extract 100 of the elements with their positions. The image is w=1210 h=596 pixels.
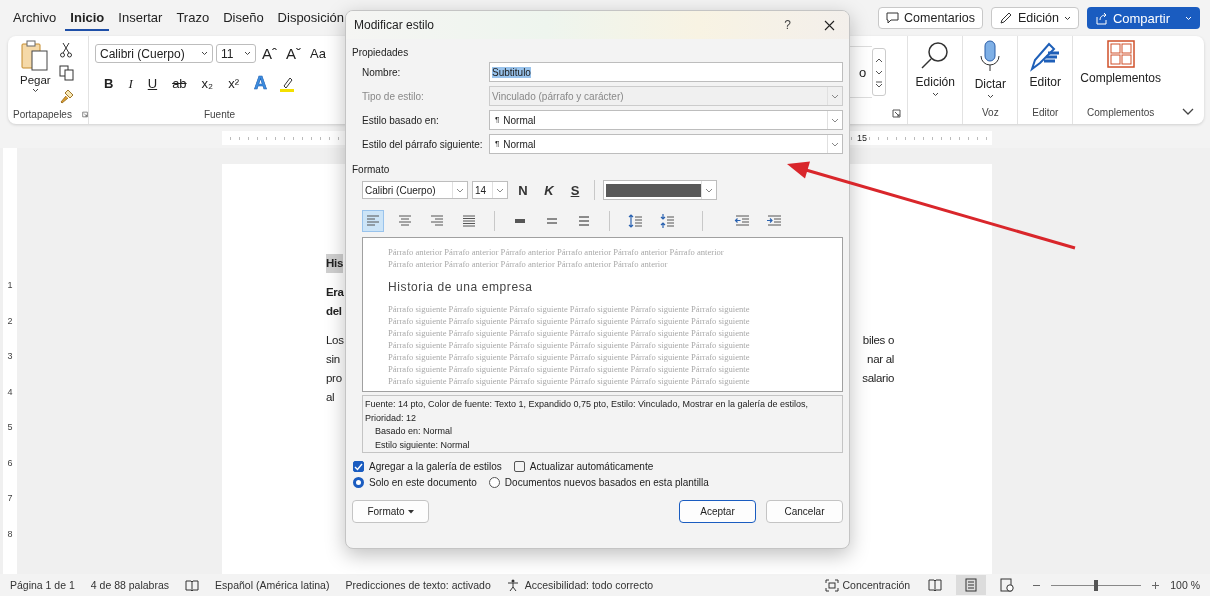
- checkbox-label[interactable]: Actualizar automáticamente: [529, 461, 654, 472]
- ribbon-button[interactable]: Editor: [1029, 40, 1062, 89]
- field-label: Tipo de estilo:: [362, 89, 425, 104]
- format-button[interactable]: U: [144, 76, 161, 91]
- ribbon-tab[interactable]: Trazo: [171, 5, 215, 31]
- ribbon-tab[interactable]: Inicio: [65, 5, 110, 31]
- zoom-in-icon[interactable]: [1151, 580, 1161, 590]
- space-more-icon: [627, 213, 643, 229]
- font-dropdown[interactable]: Calibri (Cuerpo): [362, 181, 468, 199]
- name-field[interactable]: Subtitulo: [489, 62, 843, 82]
- focus-button[interactable]: Concentración: [824, 578, 911, 592]
- highlighter-icon[interactable]: [279, 75, 295, 92]
- comments-button[interactable]: Comentarios: [878, 7, 983, 29]
- ribbon-tab[interactable]: Disposición: [272, 5, 350, 31]
- field-label: Estilo del párrafo siguiente:: [362, 137, 484, 152]
- dialog-launcher-icon[interactable]: [892, 109, 902, 118]
- format-button[interactable]: x₂: [198, 76, 217, 91]
- ruler-number: 15: [856, 133, 868, 143]
- space-less-icon: [659, 213, 675, 229]
- font-size-dropdown[interactable]: 14: [472, 181, 508, 199]
- ribbon-button[interactable]: Edición: [915, 40, 955, 97]
- ribbon-tab[interactable]: Archivo: [8, 5, 62, 31]
- format-button[interactable]: B: [101, 76, 117, 91]
- format-button[interactable]: ab: [169, 76, 190, 91]
- center-icon: [397, 213, 413, 229]
- dialog-title: Modificar estilo: [354, 18, 436, 32]
- ruler-number: 4: [7, 386, 13, 399]
- document-text: Los: [326, 333, 344, 348]
- style-dropdown[interactable]: ¶ Normal: [489, 110, 843, 130]
- format-menu-button[interactable]: Formato: [352, 500, 429, 523]
- font-size-dropdown[interactable]: 11: [216, 44, 256, 63]
- document-text: del: [326, 304, 342, 319]
- text-effects-button[interactable]: A: [251, 73, 270, 94]
- copy-icon[interactable]: [58, 65, 75, 81]
- ribbon-button[interactable]: Complementos: [1080, 40, 1161, 85]
- description-text: Basado en: Normal: [374, 425, 454, 438]
- ribbon-tab[interactable]: Diseño: [218, 5, 269, 31]
- radio-label[interactable]: Solo en este documento: [369, 477, 477, 488]
- format-button[interactable]: I: [125, 75, 136, 92]
- document-text: nar al: [867, 352, 894, 367]
- font-color-dropdown[interactable]: [603, 180, 717, 200]
- format-button[interactable]: x²: [225, 76, 242, 91]
- preview-text: Párrafo siguiente Párrafo siguiente Párrafo siguiente Párrafo siguiente Párrafo siguiente Párrafo siguiente: [388, 375, 751, 387]
- indent-more-icon: [766, 213, 782, 229]
- editing-mode-button[interactable]: Edición: [990, 7, 1079, 29]
- preview-text: Párrafo siguiente Párrafo siguiente Párrafo siguiente Párrafo siguiente Párrafo siguiente Párrafo siguiente: [388, 339, 751, 351]
- radio-button[interactable]: [488, 477, 500, 488]
- preview-text: Párrafo siguiente Párrafo siguiente Párrafo siguiente Párrafo siguiente Párrafo siguiente Párrafo siguiente: [388, 351, 751, 363]
- group-label: Fuente: [203, 108, 236, 120]
- checkbox-label[interactable]: Agregar a la galería de estilos: [369, 461, 502, 472]
- caret-icon: [407, 509, 414, 514]
- dialog-launcher-icon[interactable]: [81, 109, 88, 119]
- ruler-number: 5: [7, 422, 13, 434]
- section-heading: Propiedades: [352, 47, 410, 58]
- checkbox[interactable]: [353, 461, 364, 472]
- caret-icon: [1063, 15, 1071, 21]
- document-text: salario: [862, 371, 894, 386]
- close-icon[interactable]: [824, 19, 835, 31]
- preview-text: Párrafo siguiente Párrafo siguiente Párrafo siguiente Párrafo siguiente Párrafo siguiente Párrafo siguiente: [388, 363, 751, 375]
- paste-button[interactable]: Pegar: [8, 40, 59, 104]
- collapse-ribbon-icon[interactable]: [1182, 108, 1194, 116]
- change-case-button[interactable]: Aa: [307, 46, 329, 61]
- scissors-icon[interactable]: [58, 42, 73, 58]
- group-label: Voz: [981, 107, 999, 118]
- accessibility-icon: [506, 578, 521, 592]
- zoom-level[interactable]: 100 %: [1170, 579, 1200, 591]
- ok-button[interactable]: Aceptar: [679, 500, 756, 523]
- status-text[interactable]: 4 de 88 palabras: [90, 579, 170, 591]
- shrink-font-button[interactable]: Aˇ: [283, 45, 304, 62]
- format-button[interactable]: S: [564, 182, 586, 198]
- ribbon-tab[interactable]: Insertar: [113, 5, 168, 31]
- help-button[interactable]: ?: [784, 18, 791, 32]
- radio-button[interactable]: [353, 477, 364, 488]
- section-heading: Formato: [352, 164, 391, 175]
- checkbox[interactable]: [513, 461, 525, 472]
- cancel-button[interactable]: Cancelar: [766, 500, 843, 523]
- description-text: Estilo siguiente: Normal: [374, 438, 471, 452]
- format-button[interactable]: N: [512, 182, 534, 198]
- status-text[interactable]: Predicciones de texto: activado: [345, 579, 491, 591]
- document-text: Era: [326, 285, 344, 300]
- accessibility-status[interactable]: Accesibilidad: todo correcto: [506, 578, 654, 592]
- book-icon: [928, 579, 943, 591]
- status-text[interactable]: Español (América latina): [215, 579, 330, 591]
- ribbon-button[interactable]: Dictar: [974, 40, 1006, 99]
- print-view-button[interactable]: [956, 575, 987, 595]
- font-dropdown[interactable]: Calibri (Cuerpo): [95, 44, 213, 63]
- share-button[interactable]: Compartir: [1086, 7, 1200, 29]
- focus-icon: [824, 578, 839, 592]
- preview-text: Párrafo siguiente Párrafo siguiente Párrafo siguiente Párrafo siguiente Párrafo siguiente Párrafo siguiente: [388, 327, 751, 339]
- caret-icon[interactable]: [1185, 15, 1192, 21]
- grow-font-button[interactable]: Aˆ: [259, 45, 280, 62]
- book-icon[interactable]: [185, 578, 200, 592]
- format-button[interactable]: K: [538, 182, 560, 198]
- double-icon: [576, 213, 592, 229]
- style-dropdown[interactable]: ¶ Normal: [489, 134, 843, 154]
- paintbrush-icon[interactable]: [58, 88, 75, 104]
- clipboard-icon: [20, 40, 51, 72]
- pen-icon: [1029, 40, 1062, 72]
- status-text[interactable]: Página 1 de 1: [10, 579, 75, 591]
- radio-label[interactable]: Documentos nuevos basados en esta plantilla: [504, 477, 709, 488]
